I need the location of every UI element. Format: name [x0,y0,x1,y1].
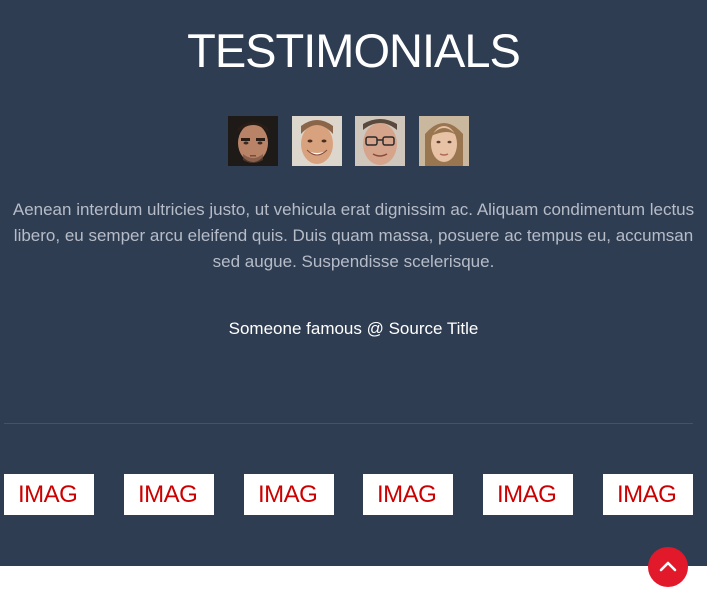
client-logo-6[interactable]: IMAG [603,474,693,515]
avatar-1[interactable] [228,116,278,166]
chevron-up-icon [659,561,677,572]
client-logo-label: IMAG [497,481,557,508]
scroll-to-top-button[interactable] [648,547,688,587]
client-logo-label: IMAG [138,481,198,508]
testimonial-author: Someone famous @ Source Title [228,319,479,338]
client-logo-4[interactable]: IMAG [363,474,453,515]
avatar-selector [0,116,707,166]
client-logo-label: IMAG [18,481,78,508]
client-logo-2[interactable]: IMAG [124,474,214,515]
client-logo-5[interactable]: IMAG [483,474,573,515]
section-title: TESTIMONIALS [187,24,521,77]
avatar-man-glasses-image [355,116,405,166]
avatar-4[interactable] [419,116,469,166]
avatar-3[interactable] [355,116,405,166]
page: TESTIMONIALS Aenean interdum ultricies j… [0,0,707,598]
avatar-woman-image [419,116,469,166]
testimonials-section: TESTIMONIALS Aenean interdum ultricies j… [0,0,707,566]
avatar-man-stubble-image [228,116,278,166]
avatar-man-smiling-image [292,116,342,166]
client-logo-1[interactable]: IMAG [4,474,94,515]
client-logo-label: IMAG [258,481,318,508]
testimonial-quote: Aenean interdum ultricies justo, ut vehi… [12,200,695,271]
client-logo-label: IMAG [377,481,437,508]
divider [4,423,693,424]
client-logo-label: IMAG [617,481,677,508]
avatar-2[interactable] [292,116,342,166]
client-logo-3[interactable]: IMAG [244,474,334,515]
